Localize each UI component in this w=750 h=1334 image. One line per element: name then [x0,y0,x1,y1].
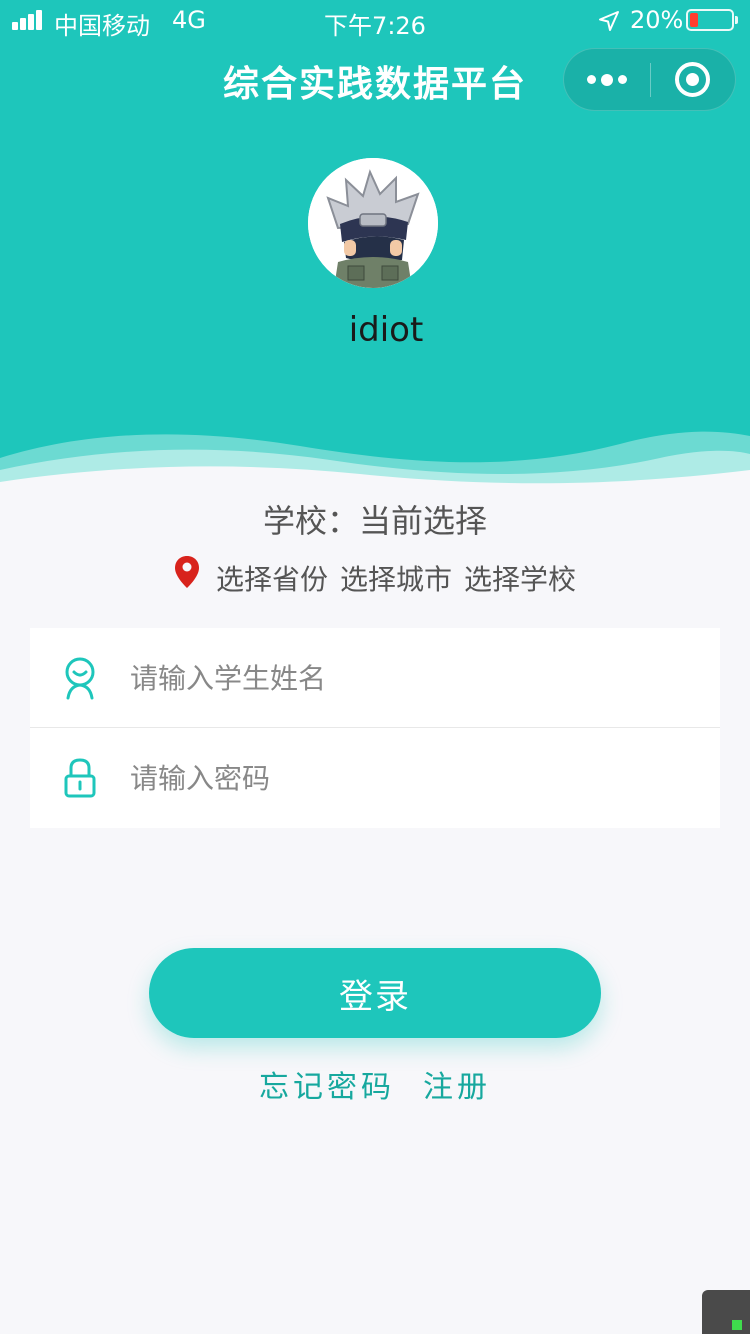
avatar-image [308,158,438,288]
student-name-input[interactable] [130,653,690,703]
forgot-password-link[interactable]: 忘记密码 [259,1062,395,1106]
capsule-divider [650,63,651,97]
school-current: 学校：当前选择 [262,502,487,540]
avatar[interactable] [308,158,438,288]
battery-tip [735,16,738,24]
username: idiot [348,310,424,350]
battery-level [690,13,698,27]
wave-decoration [0,431,750,490]
password-input[interactable] [130,753,690,803]
select-city[interactable]: 选择城市 [340,558,452,598]
student-name-field [30,628,720,728]
user-face-icon [65,657,95,700]
register-link[interactable]: 注册 [423,1062,491,1106]
close-target-icon[interactable] [675,62,710,97]
password-field [30,728,720,828]
debug-toggle[interactable] [702,1290,750,1334]
battery-icon [686,9,734,31]
login-button[interactable]: 登录 [149,948,601,1038]
lock-icon [64,758,96,798]
location-arrow-icon [599,11,619,31]
status-bar: 中国移动 4G 下午7:26 20% [0,0,750,40]
battery-percent: 20% [630,6,684,34]
select-school[interactable]: 选择学校 [464,558,576,598]
auth-links: 忘记密码 注册 [0,1062,750,1106]
mini-program-capsule [563,48,736,111]
region-selector: 选择省份 选择城市 选择学校 [0,556,750,598]
select-province[interactable]: 选择省份 [216,558,328,598]
login-form [30,628,720,828]
location-pin-icon [174,556,199,588]
more-dots-icon[interactable] [564,49,650,110]
